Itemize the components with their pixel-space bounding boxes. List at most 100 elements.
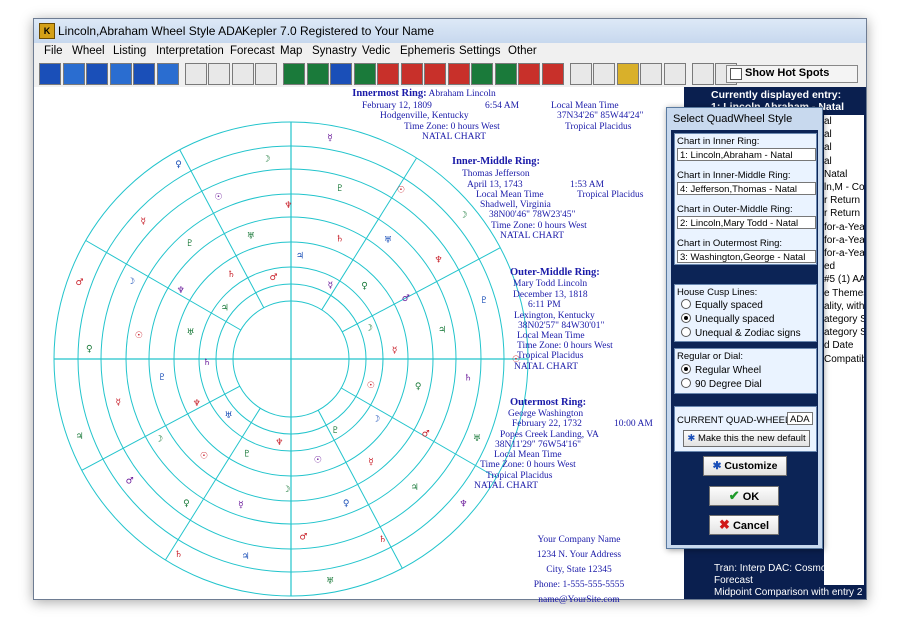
outermost-ring-label: Chart in Outermost Ring:	[677, 238, 783, 249]
company-address: 1234 N. Your Address	[536, 550, 622, 560]
cancel-button[interactable]: ✖ Cancel	[709, 515, 779, 535]
save-icon[interactable]	[208, 63, 230, 85]
menu-listing[interactable]: Listing	[113, 45, 146, 57]
outer-middle-heading: Outer-Middle Ring:	[510, 267, 600, 278]
list-icon[interactable]	[377, 63, 399, 85]
calc-icon[interactable]	[156, 63, 179, 85]
forecast-icon[interactable]	[424, 63, 446, 85]
menu-ephemeris[interactable]: Ephemeris	[400, 45, 455, 57]
quad-icon[interactable]	[306, 63, 329, 85]
menu-other[interactable]: Other	[508, 45, 537, 57]
entry-list-item[interactable]: d Date	[824, 339, 864, 352]
entry-list[interactable]: al al al al Natal ln,M - Co r Return r Return fo…	[824, 115, 864, 585]
clock-icon[interactable]	[569, 63, 592, 85]
menu-wheel[interactable]: Wheel	[72, 45, 105, 57]
planet-glyph-icon: ♂	[422, 430, 430, 440]
planet-glyph-icon: ☿	[328, 281, 334, 291]
midpoint-icon[interactable]	[353, 63, 376, 85]
entry-list-item[interactable]: ategory S	[824, 326, 864, 339]
entry-list-item[interactable]: for-a-Yea	[824, 234, 864, 247]
print-icon[interactable]	[231, 63, 254, 85]
entry-list-item[interactable]: ality, with	[824, 300, 864, 313]
entry-list-item[interactable]: al	[824, 128, 864, 141]
outermost-time: 10:00 AM	[614, 419, 653, 429]
radio-off-icon	[681, 299, 691, 309]
wheel-icon[interactable]	[283, 63, 305, 85]
menu-synastry[interactable]: Synastry	[312, 45, 357, 57]
inner-ring-select[interactable]: 1: Lincoln,Abraham - Natal	[677, 148, 816, 161]
maps-icon[interactable]	[447, 63, 470, 85]
inner-middle-name: Thomas Jefferson	[462, 169, 530, 179]
currently-displayed-heading: Currently displayed entry:	[711, 89, 842, 101]
menu-interpretation[interactable]: Interpretation	[156, 45, 224, 57]
entry-list-item[interactable]: for-a-Yea	[824, 247, 864, 260]
menu-map[interactable]: Map	[280, 45, 302, 57]
dual-icon[interactable]	[330, 63, 352, 85]
calendar2-icon[interactable]	[663, 63, 686, 85]
cusp-equal-radio[interactable]: Equally spaced	[681, 299, 763, 311]
cusp-unequal-radio[interactable]: Unequally spaced	[681, 313, 775, 325]
entry-list-item[interactable]: al	[824, 141, 864, 154]
radio-on-icon	[681, 313, 691, 323]
entry-list-item[interactable]: r Return	[824, 194, 864, 207]
mail-icon[interactable]	[255, 63, 277, 85]
planet-glyph-icon: ♂	[402, 294, 410, 304]
menu-file[interactable]: File	[44, 45, 63, 57]
planet-glyph-icon: ☉	[215, 192, 223, 202]
cusp-zodiac-radio[interactable]: Unequal & Zodiac signs	[681, 327, 801, 339]
planet-glyph-icon: ♂	[299, 533, 307, 543]
interp-icon[interactable]	[400, 63, 423, 85]
degree-dial-radio[interactable]: 90 Degree Dial	[681, 378, 762, 390]
ok-button[interactable]: ✔ OK	[709, 486, 779, 506]
current-quadwheel-input[interactable]: ADA	[787, 412, 813, 425]
outermost-ring-select[interactable]: 3: Washington,George - Natal	[677, 250, 816, 263]
planet-glyph-icon: ♆	[177, 286, 185, 296]
inner-middle-ring-select[interactable]: 4: Jefferson,Thomas - Natal	[677, 182, 816, 195]
settings-icon[interactable]	[541, 63, 564, 85]
zoom-in-icon[interactable]	[691, 63, 714, 85]
make-default-button[interactable]: ✱ Make this the new default	[683, 430, 810, 447]
open-icon[interactable]	[62, 63, 85, 85]
planet-glyph-icon: ☉	[367, 381, 375, 391]
customize-button[interactable]: ✱ Customize	[703, 456, 787, 476]
entry-list-item[interactable]: Natal	[824, 168, 864, 181]
entry-list-item[interactable]: #5 (1) AA	[824, 273, 864, 286]
entry-list-item[interactable]: e Themes	[824, 287, 864, 300]
chart-area[interactable]: ☉ ☽ ☿ ♀ ♂ ♃ ♄ ♅ ♆ ♇ ☉ ☽ ☿ ♀ ♂ ♃ ♄ ♅ ♆ ♇ ☉ ☽ ☿ ♀ ♂ ♃ ♄ ♅ ♆ ♇ ☉ ☽ ☿ ♀ ♂ ♃ ♄ ♅ ♆ ♇…	[34, 87, 684, 605]
show-hot-spots-toggle[interactable]: Show Hot Spots	[726, 65, 858, 83]
vedic-icon[interactable]	[494, 63, 517, 85]
outer-middle-chart-type: NATAL CHART	[514, 362, 579, 372]
window-title: Lincoln,Abraham Wheel Style ADA	[58, 24, 243, 38]
entry-list-item[interactable]: r Return	[824, 207, 864, 220]
retrograde-icon[interactable]	[86, 63, 108, 85]
ephemeris-icon[interactable]	[518, 63, 540, 85]
planet-glyph-icon: ♀	[86, 344, 93, 354]
entry-list-item[interactable]: al	[824, 115, 864, 128]
text-icon[interactable]	[640, 63, 662, 85]
entry-list-item[interactable]: ategory S	[824, 313, 864, 326]
planet-glyph-icon: ♇	[480, 296, 488, 306]
entry-list-item[interactable]: ed	[824, 260, 864, 273]
page-icon[interactable]	[184, 63, 207, 85]
regular-wheel-radio[interactable]: Regular Wheel	[681, 364, 761, 376]
new-icon[interactable]	[39, 63, 61, 85]
calendar-icon[interactable]	[593, 63, 615, 85]
inner-ring-chart-type: NATAL CHART	[422, 132, 487, 142]
chart-icon[interactable]	[109, 63, 132, 85]
entry-list-item[interactable]: ln,M - Co	[824, 181, 864, 194]
entry-list-item[interactable]: Compatib	[824, 353, 864, 366]
inner-ring-info: Innermost Ring: Abraham Lincoln	[334, 88, 514, 100]
entry-list-item[interactable]: al	[824, 155, 864, 168]
outer-middle-ring-select[interactable]: 2: Lincoln,Mary Todd - Natal	[677, 216, 816, 229]
entry-list-item[interactable]: for-a-Yea	[824, 221, 864, 234]
hot-spots-checkbox[interactable]	[730, 68, 742, 80]
house-cusp-heading: House Cusp Lines:	[677, 287, 758, 298]
comp-icon[interactable]	[133, 63, 155, 85]
menu-settings[interactable]: Settings	[459, 45, 501, 57]
help-icon[interactable]	[616, 63, 639, 85]
outer-middle-ring-label: Chart in Outer-Middle Ring:	[677, 204, 793, 215]
menu-vedic[interactable]: Vedic	[362, 45, 390, 57]
menu-forecast[interactable]: Forecast	[230, 45, 275, 57]
radio-on-icon	[681, 364, 691, 374]
synastry-icon[interactable]	[471, 63, 493, 85]
